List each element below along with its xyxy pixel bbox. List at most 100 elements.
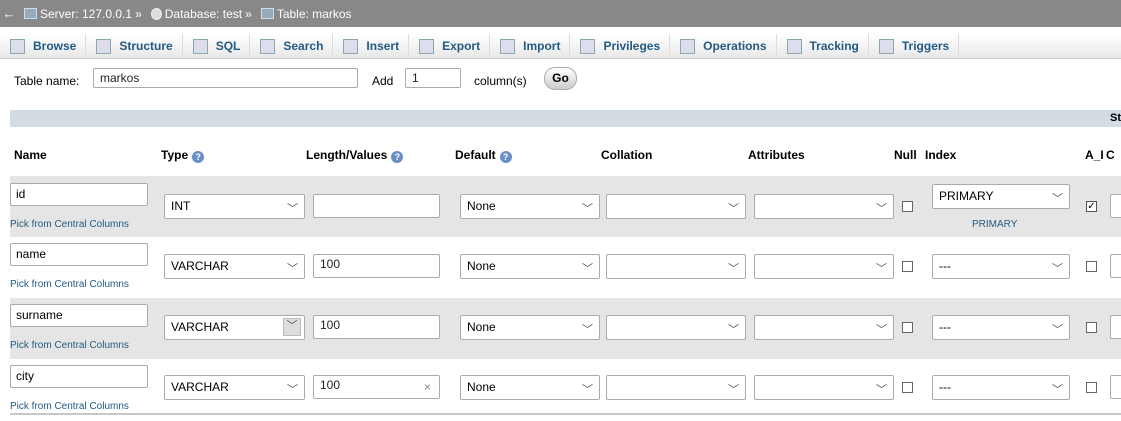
collation-select[interactable]: ﹀ <box>606 194 746 219</box>
tab-label: Tracking <box>809 39 859 53</box>
column-name-input[interactable]: surname <box>10 304 148 327</box>
tab-tracking[interactable]: Tracking <box>776 34 869 58</box>
back-arrow-icon[interactable]: ← <box>0 6 18 21</box>
import-icon <box>500 38 516 54</box>
tab-search[interactable]: Search <box>250 34 334 58</box>
chevron-down-icon: ﹀ <box>728 384 739 396</box>
comments-input[interactable] <box>1110 315 1121 339</box>
default-select[interactable]: None ﹀ <box>460 315 600 340</box>
type-select[interactable]: VARCHAR ﹀ <box>164 375 305 400</box>
pick-central-columns-link[interactable]: Pick from Central Columns <box>10 340 129 351</box>
tab-export[interactable]: Export <box>409 34 491 58</box>
chevron-down-icon: ﹀ <box>1052 263 1063 275</box>
collation-select[interactable]: ﹀ <box>606 254 746 279</box>
comments-input[interactable] <box>1110 254 1121 278</box>
null-checkbox[interactable] <box>902 261 913 272</box>
type-select[interactable]: INT ﹀ <box>164 194 305 219</box>
tab-insert[interactable]: Insert <box>333 34 410 58</box>
chevron-down-icon: ﹀ <box>582 203 593 215</box>
tab-sql[interactable]: SQL <box>182 34 251 58</box>
column-row: surname Pick from Central Columns VARCHA… <box>10 298 1121 359</box>
header-null: Null <box>894 148 917 162</box>
tab-browse[interactable]: Browse <box>0 34 87 58</box>
pick-central-columns-link[interactable]: Pick from Central Columns <box>10 219 129 230</box>
null-checkbox[interactable] <box>902 201 913 212</box>
tab-label: Privileges <box>603 39 661 53</box>
chevron-down-icon: ﹀ <box>582 324 593 336</box>
index-select[interactable]: --- ﹀ <box>932 315 1070 340</box>
header-name: Name <box>14 148 47 162</box>
index-primary-link[interactable]: PRIMARY <box>972 219 1017 230</box>
header-attributes: Attributes <box>748 148 805 162</box>
comments-input[interactable] <box>1110 375 1121 399</box>
tab-privileges[interactable]: Privileges <box>570 34 671 58</box>
breadcrumb-server[interactable]: Server: 127.0.0.1 <box>40 7 132 21</box>
index-select[interactable]: --- ﹀ <box>932 254 1070 279</box>
tab-label: Triggers <box>901 39 950 53</box>
tab-operations[interactable]: Operations <box>670 34 777 58</box>
pick-central-columns-link[interactable]: Pick from Central Columns <box>10 401 129 412</box>
go-button[interactable]: Go <box>544 67 577 90</box>
pick-central-columns-link[interactable]: Pick from Central Columns <box>10 279 129 290</box>
default-select[interactable]: None ﹀ <box>460 194 600 219</box>
attributes-select[interactable]: ﹀ <box>754 194 894 219</box>
column-row: id Pick from Central Columns INT ﹀ None ﹀ … <box>10 176 1121 237</box>
length-input[interactable]: 100 × <box>313 375 440 399</box>
auto-increment-checkbox[interactable] <box>1086 382 1097 393</box>
null-checkbox[interactable] <box>902 382 913 393</box>
tab-label: Export <box>442 39 481 53</box>
column-name-input[interactable]: id <box>10 183 148 206</box>
default-select[interactable]: None ﹀ <box>460 254 600 279</box>
tab-label: Browse <box>33 39 77 53</box>
header-index: Index <box>925 148 957 162</box>
default-select[interactable]: None ﹀ <box>460 375 600 400</box>
help-icon[interactable]: ? <box>391 151 404 163</box>
table-icon <box>260 8 274 19</box>
column-name-input[interactable]: name <box>10 243 148 266</box>
attributes-select[interactable]: ﹀ <box>754 375 894 400</box>
default-value: None <box>467 259 496 273</box>
bottom-divider <box>10 413 1121 415</box>
tab-triggers[interactable]: Triggers <box>868 34 960 58</box>
tab-label: Operations <box>703 39 767 53</box>
length-input[interactable]: 100 <box>313 315 440 339</box>
null-checkbox[interactable] <box>902 322 913 333</box>
help-icon[interactable]: ? <box>499 151 512 163</box>
length-input[interactable] <box>313 194 440 218</box>
browse-icon <box>10 38 25 54</box>
breadcrumb-database[interactable]: Database: test <box>165 7 242 21</box>
tab-label: Structure <box>119 39 173 53</box>
index-value: PRIMARY <box>939 189 994 203</box>
breadcrumb-table[interactable]: Table: markos <box>277 7 352 21</box>
clear-icon[interactable]: × <box>424 380 431 395</box>
comments-input[interactable] <box>1110 194 1121 218</box>
column-row: city Pick from Central Columns VARCHAR ﹀ … <box>10 359 1121 420</box>
attributes-select[interactable]: ﹀ <box>754 315 894 340</box>
tab-bar-filler <box>959 34 1121 58</box>
default-value: None <box>467 320 496 334</box>
tab-import[interactable]: Import <box>490 34 571 58</box>
column-row: name Pick from Central Columns VARCHAR ﹀ … <box>10 237 1121 298</box>
index-select[interactable]: --- ﹀ <box>932 375 1070 400</box>
auto-increment-checkbox[interactable]: ✓ <box>1086 201 1097 212</box>
table-name-input[interactable]: markos <box>93 68 358 88</box>
help-icon[interactable]: ? <box>192 151 205 163</box>
column-name-input[interactable]: city <box>10 365 148 388</box>
type-value: VARCHAR <box>171 320 229 334</box>
attributes-select[interactable]: ﹀ <box>754 254 894 279</box>
auto-increment-checkbox[interactable] <box>1086 261 1097 272</box>
length-input[interactable]: 100 <box>313 254 440 278</box>
breadcrumb-separator: » <box>245 6 252 21</box>
collation-select[interactable]: ﹀ <box>606 315 746 340</box>
index-value: --- <box>939 320 951 334</box>
collation-select[interactable]: ﹀ <box>606 375 746 400</box>
index-select[interactable]: PRIMARY ﹀ <box>932 184 1070 209</box>
insert-icon <box>343 38 359 54</box>
add-columns-input[interactable]: 1 <box>405 68 461 88</box>
type-select[interactable]: VARCHAR ﹀ <box>164 254 305 279</box>
type-select[interactable]: VARCHAR ﹀ <box>164 315 305 340</box>
tab-label: Import <box>523 39 561 53</box>
chevron-down-icon: ﹀ <box>287 203 298 215</box>
tab-structure[interactable]: Structure <box>86 34 183 58</box>
auto-increment-checkbox[interactable] <box>1086 322 1097 333</box>
